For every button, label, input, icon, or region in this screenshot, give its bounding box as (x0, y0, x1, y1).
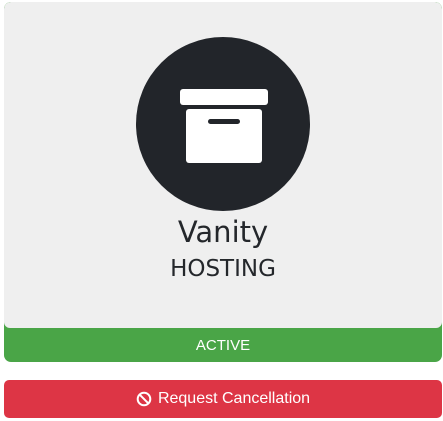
product-card[interactable]: Vanity HOSTING ACTIVE (4, 2, 442, 362)
product-group: HOSTING (170, 256, 276, 282)
archive-box-icon (136, 37, 310, 211)
status-badge: ACTIVE (195, 337, 251, 354)
product-name: Vanity (177, 215, 269, 249)
product-card-body: Vanity HOSTING (4, 2, 442, 328)
request-cancellation-label: Request Cancellation (157, 390, 311, 407)
ban-icon (136, 391, 152, 407)
product-panel: Vanity HOSTING ACTIVE Request Cancellati… (0, 0, 443, 421)
request-cancellation-button[interactable]: Request Cancellation (4, 380, 442, 418)
